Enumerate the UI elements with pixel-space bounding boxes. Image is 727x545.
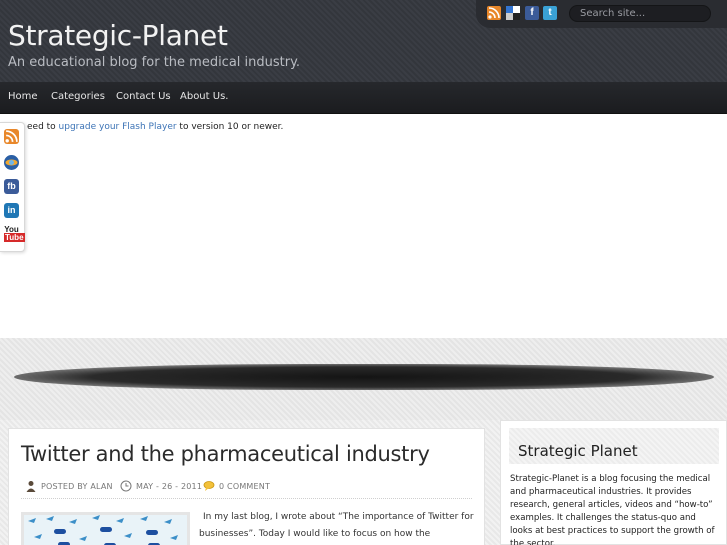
main-nav: Home Categories Contact Us About Us. [0,82,727,114]
post-excerpt-line-2: businesses”. Today I would like to focus… [199,529,431,539]
slider-shadow [14,364,714,390]
nav-contact-us[interactable]: Contact Us [116,91,171,102]
twitter-icon[interactable]: t [543,6,557,20]
delicious-icon[interactable] [506,6,520,20]
site-title[interactable]: Strategic-Planet [8,19,228,52]
clock-icon [120,480,132,492]
sidebar-widget-title: Strategic Planet [518,442,638,460]
meta-divider [21,498,472,499]
site-tagline: An educational blog for the medical indu… [8,55,301,70]
facebook-icon[interactable]: f [525,6,539,20]
post-excerpt: In my last blog, I wrote about “The impo… [199,509,475,545]
post-date: MAY - 26 - 2011 [136,482,203,491]
flash-upgrade-message: eed to upgrade your Flash Player to vers… [27,122,283,132]
flash-upgrade-link[interactable]: upgrade your Flash Player [59,122,177,132]
sidebar-widget-text: Strategic-Planet is a blog focusing the … [510,474,715,545]
flash-suffix: to version 10 or newer. [176,122,284,132]
nav-about-us[interactable]: About Us. [180,91,228,102]
post-thumbnail[interactable] [21,512,190,545]
globe-icon[interactable] [4,155,19,170]
author-icon [26,481,36,492]
rss-icon[interactable] [4,129,19,144]
post-comments[interactable]: 0 COMMENT [219,482,270,491]
flash-prefix: eed to [27,122,59,132]
youtube-icon[interactable]: You Tube [4,226,25,242]
nav-home[interactable]: Home [8,91,38,102]
nav-categories[interactable]: Categories [51,91,105,102]
facebook-icon[interactable]: fb [4,179,19,194]
search-input[interactable]: Search site... [569,5,711,22]
comment-icon [203,481,215,491]
linkedin-icon[interactable]: in [4,203,19,218]
post-excerpt-line-1: In my last blog, I wrote about “The impo… [203,512,474,522]
post-title[interactable]: Twitter and the pharmaceutical industry [21,442,430,466]
rss-icon[interactable] [487,6,501,20]
post-author[interactable]: POSTED BY ALAN [41,482,113,491]
